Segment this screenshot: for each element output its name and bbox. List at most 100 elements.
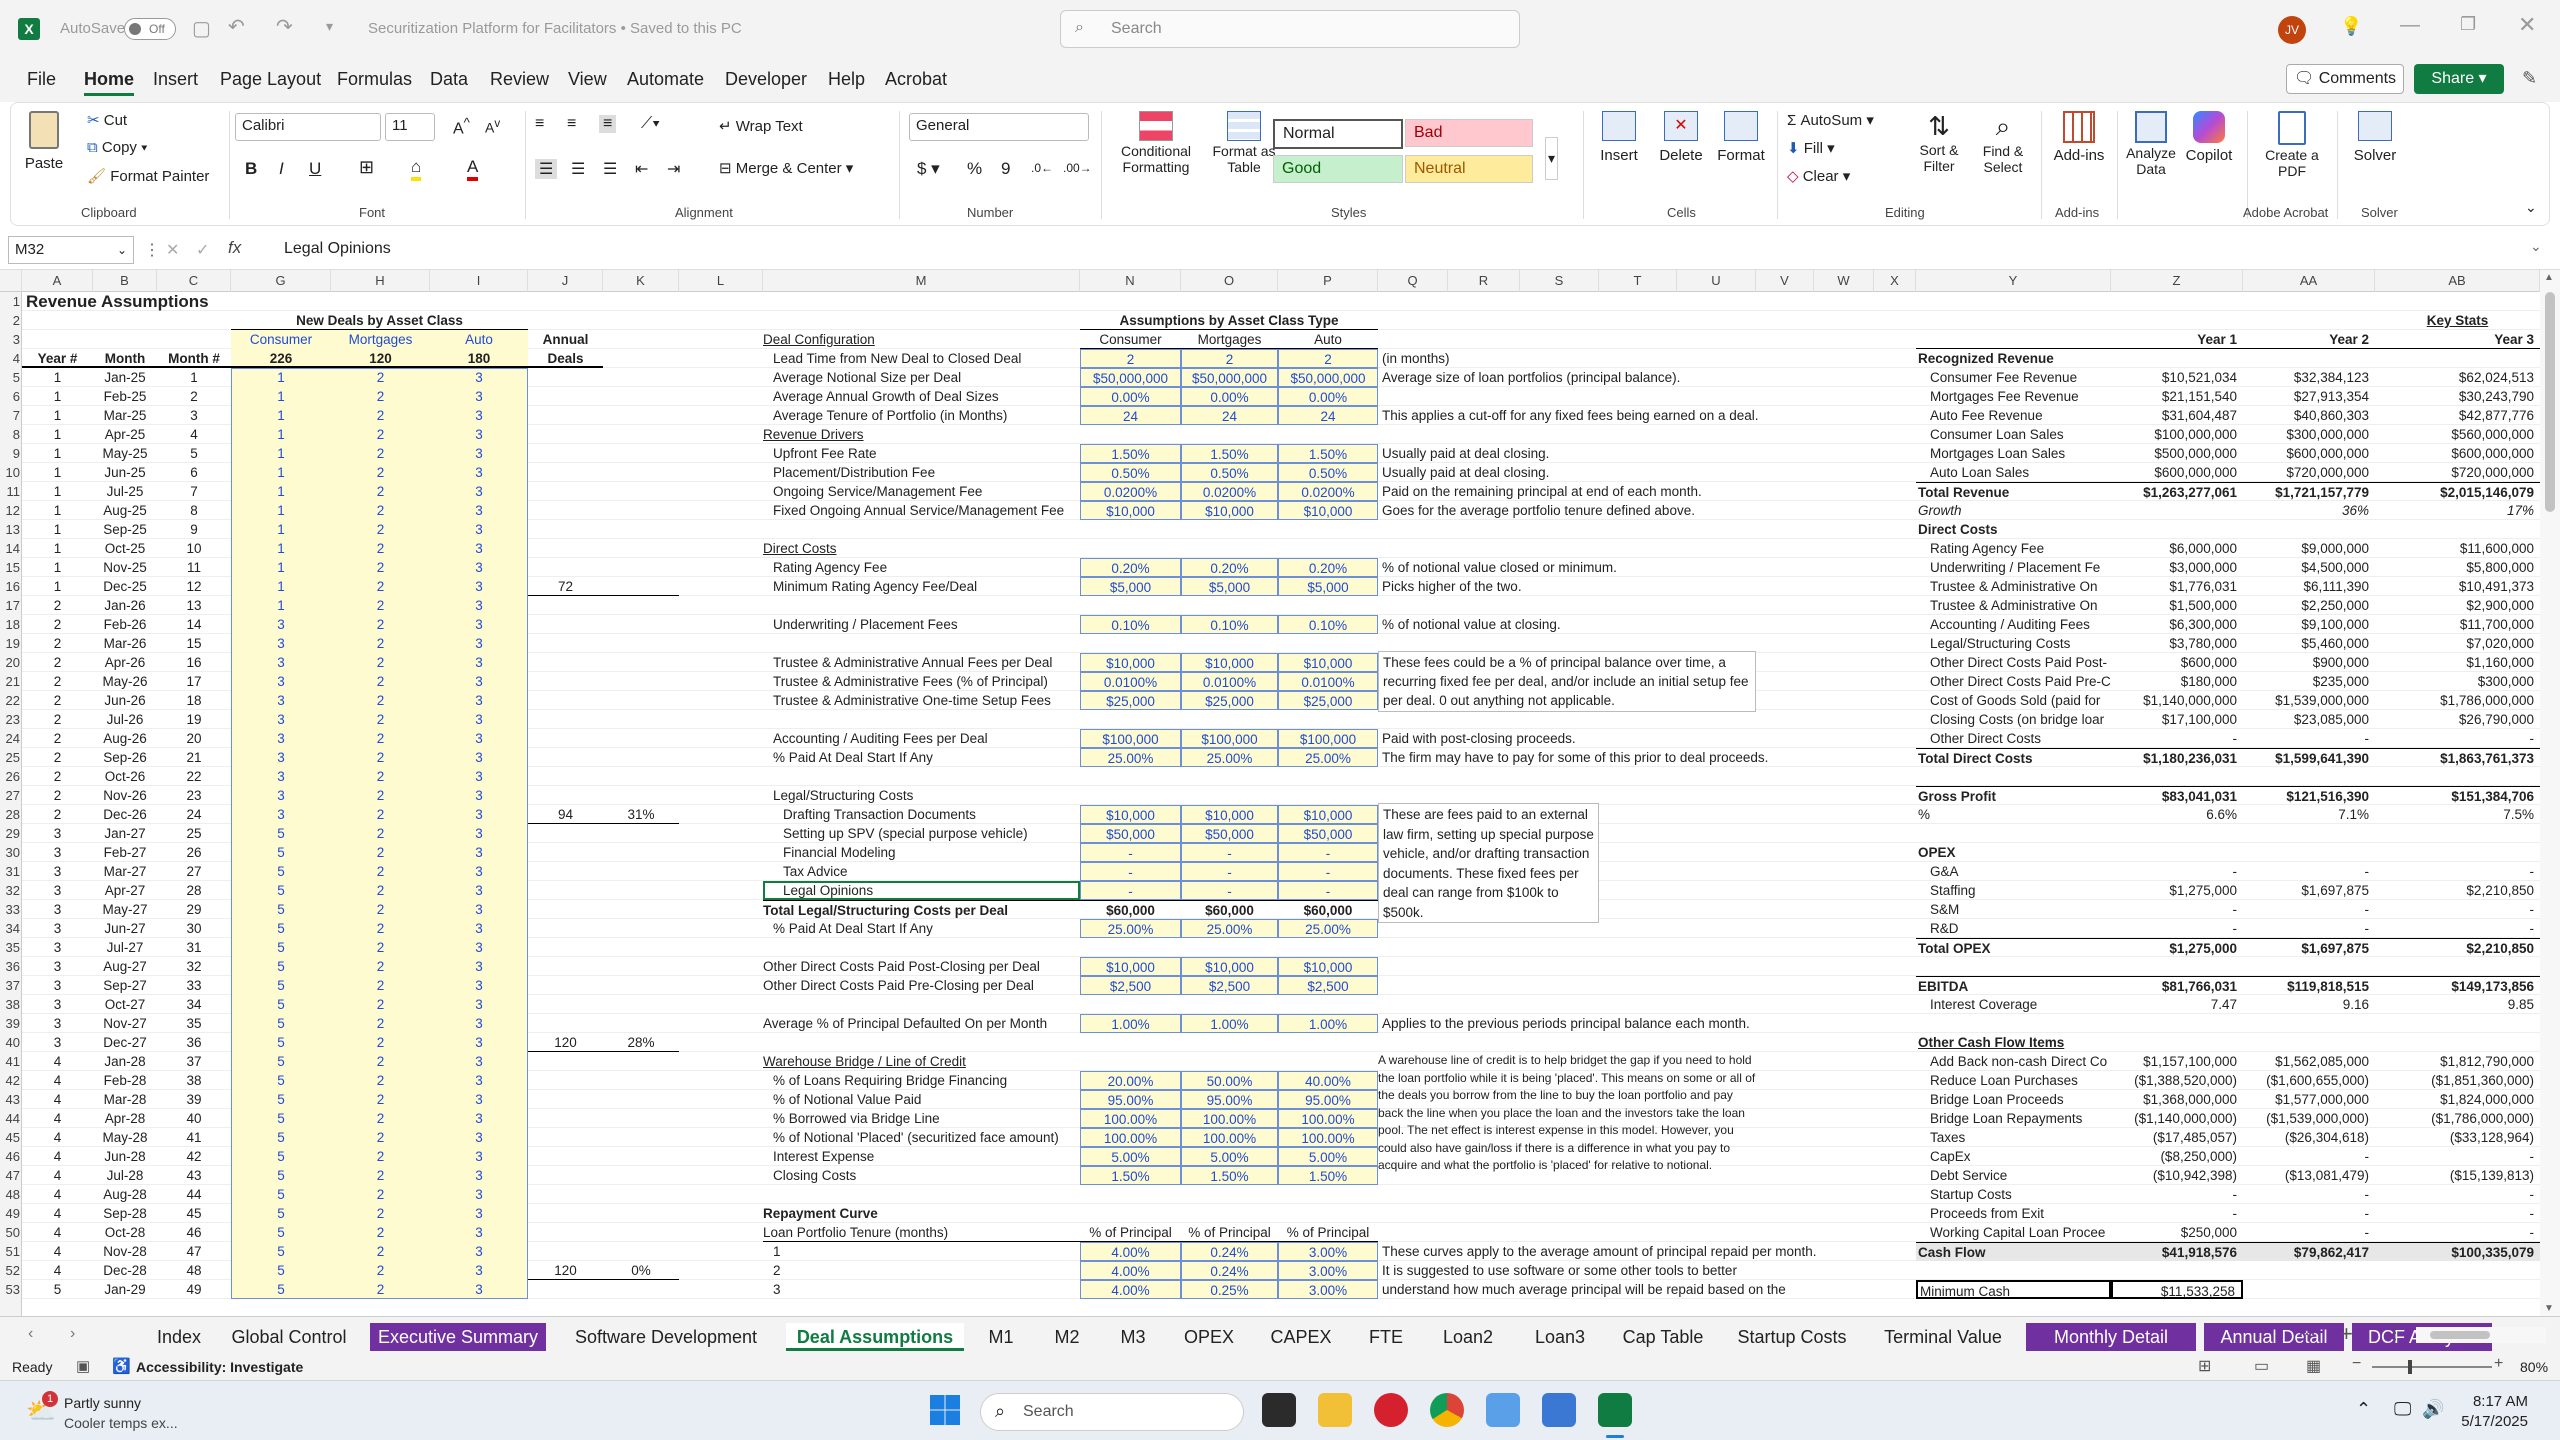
decrease-decimal-icon[interactable]: .00→ bbox=[1063, 161, 1092, 175]
sheet-tab[interactable]: FTE bbox=[1354, 1323, 1418, 1351]
column-header-I[interactable]: I bbox=[430, 270, 528, 292]
menu-view[interactable]: View bbox=[568, 69, 607, 90]
column-header-O[interactable]: O bbox=[1181, 270, 1278, 292]
row-header[interactable]: 36 bbox=[0, 957, 22, 976]
menu-help[interactable]: Help bbox=[828, 69, 865, 90]
row-header[interactable]: 20 bbox=[0, 653, 22, 672]
row-header[interactable]: 6 bbox=[0, 387, 22, 406]
number-format-select[interactable]: General bbox=[909, 113, 1089, 141]
column-header-L[interactable]: L bbox=[679, 270, 763, 292]
sort-filter-button[interactable]: ⇅ Sort & Filter bbox=[1907, 111, 1971, 174]
delete-cells-button[interactable]: ✕ Delete bbox=[1653, 111, 1709, 164]
row-header[interactable]: 40 bbox=[0, 1033, 22, 1052]
find-select-button[interactable]: ⌕ Find & Select bbox=[1971, 111, 2035, 175]
row-header[interactable]: 45 bbox=[0, 1128, 22, 1147]
currency-icon[interactable]: $ ▾ bbox=[917, 159, 940, 179]
sheet-tab[interactable]: M1 bbox=[972, 1323, 1030, 1351]
sheet-tab[interactable]: Terminal Value bbox=[1868, 1323, 2018, 1351]
page-break-view-icon[interactable]: ▦ bbox=[2306, 1356, 2321, 1376]
row-header[interactable]: 18 bbox=[0, 615, 22, 634]
column-header-U[interactable]: U bbox=[1677, 270, 1756, 292]
fill-button[interactable]: ⬇ Fill ▾ bbox=[1787, 139, 1835, 157]
file-explorer-icon[interactable] bbox=[1318, 1393, 1352, 1427]
customize-toolbar-icon[interactable]: ▾ bbox=[326, 18, 333, 35]
column-header-W[interactable]: W bbox=[1814, 270, 1874, 292]
format-cells-button[interactable]: Format bbox=[1713, 111, 1769, 164]
copy-button[interactable]: ⧉ Copy ▾ bbox=[87, 139, 147, 156]
expand-formula-bar-icon[interactable]: ⌄ bbox=[2530, 238, 2542, 255]
row-header[interactable]: 42 bbox=[0, 1071, 22, 1090]
sheet-tab[interactable]: Deal Assumptions bbox=[786, 1323, 964, 1351]
column-header-P[interactable]: P bbox=[1278, 270, 1378, 292]
clear-button[interactable]: ◇ Clear ▾ bbox=[1787, 167, 1850, 185]
column-header-AA[interactable]: AA bbox=[2243, 270, 2375, 292]
volume-icon[interactable]: 🔊 bbox=[2422, 1399, 2444, 1420]
comma-icon[interactable]: 9 bbox=[1001, 159, 1010, 179]
more-sheets-icon[interactable]: ··· bbox=[2298, 1323, 2316, 1344]
task-view-icon[interactable] bbox=[1262, 1393, 1296, 1427]
font-color-icon[interactable]: A bbox=[467, 157, 479, 181]
row-header[interactable]: 12 bbox=[0, 501, 22, 520]
wrap-text-button[interactable]: ↵ Wrap Text bbox=[719, 117, 803, 135]
font-name-select[interactable]: Calibri bbox=[235, 113, 381, 141]
row-header[interactable]: 30 bbox=[0, 843, 22, 862]
row-header[interactable]: 10 bbox=[0, 463, 22, 482]
row-header[interactable]: 34 bbox=[0, 919, 22, 938]
column-header-H[interactable]: H bbox=[331, 270, 430, 292]
decrease-indent-icon[interactable]: ⇤ bbox=[635, 159, 648, 179]
column-header-Y[interactable]: Y bbox=[1916, 270, 2111, 292]
insert-cells-button[interactable]: Insert bbox=[1591, 111, 1647, 164]
weather-widget[interactable]: ⛅ 1 Partly sunny Cooler temps ex... bbox=[26, 1391, 226, 1433]
align-center-icon[interactable]: ☰ bbox=[571, 159, 585, 179]
cancel-entry-icon[interactable]: ✕ bbox=[166, 240, 179, 260]
ribbon-options-icon[interactable]: ✎ bbox=[2522, 68, 2537, 89]
formula-input[interactable]: Legal Opinions bbox=[284, 240, 391, 258]
row-header[interactable]: 38 bbox=[0, 995, 22, 1014]
save-icon[interactable]: ▢ bbox=[192, 16, 211, 41]
excel-taskbar-icon[interactable] bbox=[1598, 1393, 1632, 1427]
row-header[interactable]: 8 bbox=[0, 425, 22, 444]
orientation-icon[interactable]: ⟋▾ bbox=[641, 115, 660, 133]
row-header[interactable]: 26 bbox=[0, 767, 22, 786]
row-header[interactable]: 41 bbox=[0, 1052, 22, 1071]
create-pdf-button[interactable]: Create a PDF bbox=[2257, 111, 2327, 179]
column-header-Q[interactable]: Q bbox=[1378, 270, 1448, 292]
row-header[interactable]: 52 bbox=[0, 1261, 22, 1280]
scroll-up-icon[interactable]: ▲ bbox=[2544, 272, 2554, 283]
menu-page-layout[interactable]: Page Layout bbox=[220, 69, 321, 90]
paste-button[interactable]: Paste bbox=[19, 111, 69, 191]
row-header[interactable]: 37 bbox=[0, 976, 22, 995]
sheet-tab[interactable]: Monthly Detail bbox=[2026, 1323, 2196, 1351]
restore-icon[interactable]: ❐ bbox=[2460, 14, 2476, 35]
page-layout-view-icon[interactable]: ▭ bbox=[2254, 1356, 2269, 1376]
style-normal[interactable]: Normal bbox=[1273, 119, 1403, 149]
column-header-B[interactable]: B bbox=[93, 270, 157, 292]
normal-view-icon[interactable]: ⊞ bbox=[2198, 1356, 2211, 1376]
align-middle-icon[interactable]: ≡ bbox=[567, 115, 576, 133]
font-size-select[interactable]: 11 bbox=[385, 113, 435, 141]
row-header[interactable]: 50 bbox=[0, 1223, 22, 1242]
clock-time[interactable]: 8:17 AM bbox=[2462, 1393, 2528, 1410]
align-left-icon[interactable]: ☰ bbox=[535, 159, 558, 179]
row-header[interactable]: 46 bbox=[0, 1147, 22, 1166]
tray-chevron-icon[interactable]: ⌃ bbox=[2356, 1399, 2371, 1420]
addins-button[interactable]: Add-ins bbox=[2047, 111, 2111, 164]
sheet-tab[interactable]: OPEX bbox=[1170, 1323, 1248, 1351]
style-neutral[interactable]: Neutral bbox=[1405, 155, 1533, 183]
increase-indent-icon[interactable]: ⇥ bbox=[667, 159, 680, 179]
collapse-ribbon-icon[interactable]: ⌄ bbox=[2525, 199, 2537, 216]
worksheet-grid[interactable]: 1 2 3 4 5 6 7 8 9 10 11 12 13 14 15 16 17 18 19 20 21 22 23 24 2… bbox=[0, 292, 2540, 1316]
zoom-in-icon[interactable]: + bbox=[2494, 1355, 2503, 1373]
tab-scroll-left-icon[interactable]: ‹ bbox=[28, 1325, 33, 1343]
sheet-tab[interactable]: Executive Summary bbox=[370, 1323, 546, 1351]
menu-insert[interactable]: Insert bbox=[153, 69, 198, 90]
row-header[interactable]: 9 bbox=[0, 444, 22, 463]
row-header[interactable]: 13 bbox=[0, 520, 22, 539]
menu-home[interactable]: Home bbox=[84, 69, 135, 96]
align-bottom-icon[interactable]: ≡ bbox=[599, 115, 617, 133]
row-header[interactable]: 48 bbox=[0, 1185, 22, 1204]
accessibility-status[interactable]: Accessibility: Investigate bbox=[136, 1359, 303, 1375]
row-header[interactable]: 23 bbox=[0, 710, 22, 729]
sheet-tab[interactable]: Loan3 bbox=[1518, 1323, 1602, 1351]
row-header[interactable]: 7 bbox=[0, 406, 22, 425]
